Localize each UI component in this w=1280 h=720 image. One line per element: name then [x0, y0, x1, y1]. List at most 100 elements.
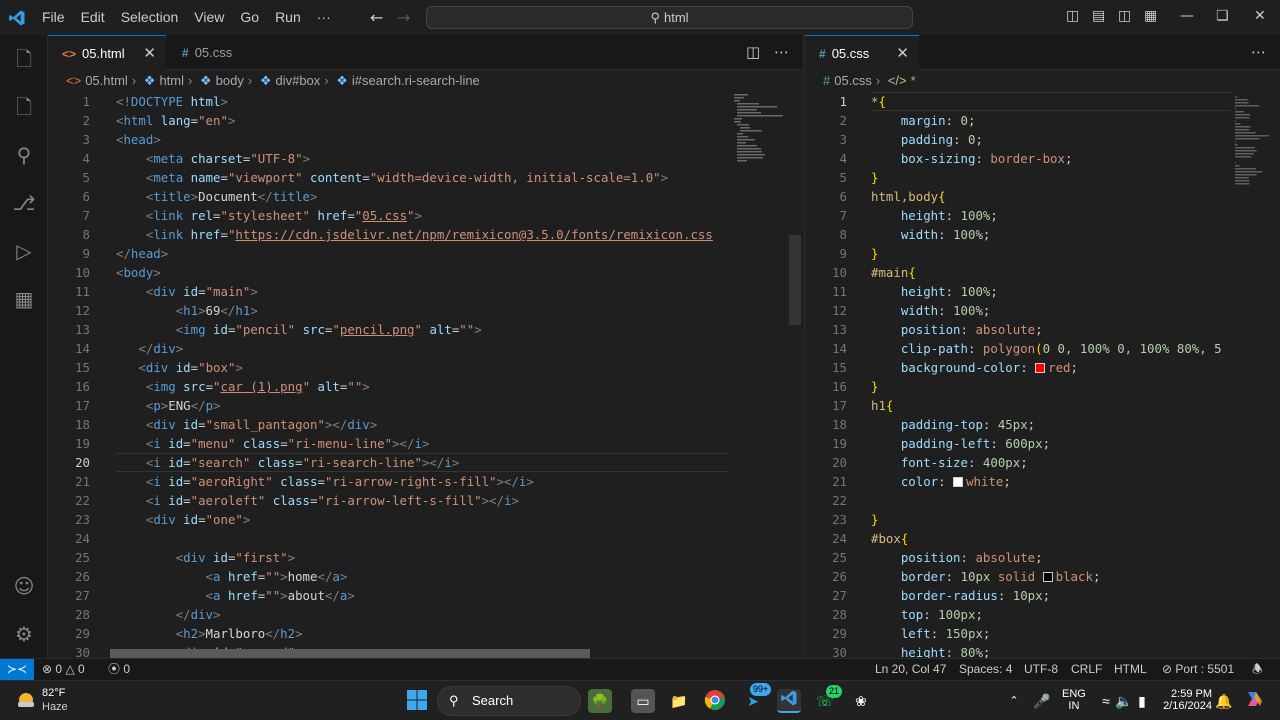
horizontal-scrollbar[interactable]	[110, 649, 590, 658]
code-line: 25 <div id="first">	[48, 548, 802, 567]
toggle-panel-icon[interactable]: ▤	[1092, 8, 1105, 24]
explorer-copy-icon[interactable]: 🗋	[12, 95, 36, 119]
task-view-icon[interactable]: ▭	[631, 689, 655, 713]
notifications-bell-icon[interactable]: 🕭	[1252, 659, 1263, 680]
line-number: 6	[839, 189, 847, 204]
language-mode[interactable]: HTML	[1114, 659, 1147, 680]
code-line: 20 font-size: 400px;	[805, 453, 1280, 472]
show-hidden-icons-chevron-up-icon[interactable]: ⌃	[1002, 689, 1026, 713]
split-editor-icon[interactable]: ◫	[746, 35, 760, 70]
tab-05-css-right[interactable]: #05.css ✕	[805, 35, 919, 70]
menu-more[interactable]: ···	[309, 0, 339, 35]
menu-file[interactable]: File	[34, 0, 73, 35]
microphone-icon[interactable]: 🎤	[1030, 689, 1054, 713]
line-text: </head>	[116, 246, 169, 261]
breadcrumb-item[interactable]: body	[216, 73, 244, 88]
search-sidebar-icon[interactable]: ⚲	[12, 143, 36, 167]
account-icon[interactable]: ☺	[12, 574, 36, 598]
taskbar-search[interactable]: ⚲ Search	[437, 686, 581, 716]
back-arrow-icon[interactable]: ←	[370, 8, 383, 27]
close-window-icon[interactable]: ✕	[1254, 8, 1266, 24]
breadcrumb: <> 05.html › ❖ html › ❖ body › ❖ div#box › ❖ i#se…	[48, 70, 802, 92]
menu-run[interactable]: Run	[267, 0, 309, 35]
cursor-position[interactable]: Ln 20, Col 47	[875, 659, 946, 680]
element-icon: ❖	[259, 73, 272, 88]
tab-05-html[interactable]: <> 05.html ✕	[48, 35, 166, 70]
close-tab-icon[interactable]: ✕	[896, 36, 909, 71]
code-line: 27 <a href="">about</a>	[48, 586, 802, 605]
line-text: height: 100%;	[900, 284, 998, 299]
line-text: padding-top: 45px;	[900, 417, 1036, 432]
menu-go[interactable]: Go	[232, 0, 267, 35]
chrome-icon[interactable]	[703, 689, 727, 713]
line-text: box-sizing: border-box;	[900, 151, 1073, 166]
menu-view[interactable]: View	[186, 0, 232, 35]
breadcrumb-item[interactable]: 05.css	[834, 73, 872, 88]
chatgpt-icon[interactable]: ❀	[849, 689, 873, 713]
color-swatch[interactable]	[953, 477, 964, 487]
code-editor-css[interactable]: 1 *{2 margin: 0; 3 padding: 0; 4 box-sizing…	[805, 92, 1280, 658]
line-number: 10	[832, 265, 847, 280]
live-server-port[interactable]: ⊘ Port : 5501	[1162, 659, 1234, 680]
color-swatch[interactable]	[1035, 363, 1046, 373]
run-debug-icon[interactable]: ▷	[12, 239, 36, 263]
maximize-icon[interactable]: ❏	[1216, 8, 1229, 24]
end-of-line[interactable]: CRLF	[1071, 659, 1102, 680]
indentation[interactable]: Spaces: 4	[959, 659, 1012, 680]
line-text: *{	[871, 94, 886, 109]
code-line: 8 <link href="https://cdn.jsdelivr.net/n…	[48, 225, 802, 244]
line-number: 23	[75, 512, 90, 527]
extensions-icon[interactable]: ▦	[12, 287, 36, 311]
encoding[interactable]: UTF-8	[1024, 659, 1058, 680]
breadcrumb-item[interactable]: *	[911, 73, 916, 88]
breadcrumb-item[interactable]: 05.html	[85, 73, 128, 88]
line-number: 20	[832, 455, 847, 470]
minimap[interactable]	[1231, 92, 1280, 658]
line-text: <meta charset="UTF-8">	[145, 151, 310, 166]
menu-selection[interactable]: Selection	[113, 0, 187, 35]
breadcrumb-item[interactable]: i#search.ri-search-line	[352, 73, 480, 88]
tab-05-css[interactable]: #05.css	[168, 35, 268, 70]
forward-arrow-icon[interactable]: →	[397, 8, 410, 27]
more-actions-icon[interactable]: ⋯	[1251, 35, 1266, 70]
more-actions-icon[interactable]: ⋯	[774, 35, 789, 70]
line-text: border-radius: 10px;	[900, 588, 1051, 603]
vertical-scrollbar[interactable]	[789, 235, 801, 325]
notification-bell-icon[interactable]: 🔔	[1212, 689, 1236, 713]
breadcrumb-item[interactable]: html	[159, 73, 184, 88]
toggle-sidebar-icon[interactable]: ◫	[1066, 8, 1079, 24]
line-number: 21	[832, 474, 847, 489]
close-tab-icon[interactable]: ✕	[143, 36, 156, 71]
language-indicator[interactable]: ENG IN	[1062, 688, 1086, 712]
chevron-right-icon: ›	[875, 73, 881, 88]
settings-gear-icon[interactable]: ⚙	[12, 622, 36, 646]
weather-temp[interactable]: 82°F	[42, 687, 65, 699]
vscode-taskbar-icon[interactable]	[777, 689, 801, 713]
command-center[interactable]: ⚲ html	[426, 6, 913, 29]
line-text: <i id="menu" class="ri-menu-line"></i>	[145, 436, 430, 451]
weather-desc[interactable]: Haze	[42, 701, 68, 713]
remote-icon[interactable]: ≻≺	[0, 659, 34, 681]
minimap[interactable]	[728, 92, 788, 658]
menu-edit[interactable]: Edit	[73, 0, 113, 35]
code-line: 23 <div id="one">	[48, 510, 802, 529]
source-control-icon[interactable]: ⎇	[12, 191, 36, 215]
clock[interactable]: 2:59 PM 2/16/2024	[1162, 688, 1212, 712]
ports-indicator[interactable]: ⦿ 0	[108, 659, 130, 680]
line-text: <div id="main">	[145, 284, 258, 299]
game-app-icon[interactable]: 🌳	[588, 689, 612, 713]
problems-indicator[interactable]: ⊗ 0 △ 0	[42, 659, 85, 680]
code-editor-html[interactable]: 1 <!DOCTYPE html> 2 <html lang="en"> 3 <head>…	[48, 92, 802, 658]
explorer-icon[interactable]: 🗋	[12, 47, 36, 71]
minimize-icon[interactable]: —	[1180, 8, 1194, 24]
customize-layout-icon[interactable]: ▦	[1144, 8, 1157, 24]
toggle-secondary-sidebar-icon[interactable]: ◫	[1118, 8, 1131, 24]
line-number: 2	[82, 113, 90, 128]
line-text: <p>ENG</p>	[145, 398, 221, 413]
copilot-icon[interactable]	[1242, 689, 1266, 713]
color-swatch[interactable]	[1042, 572, 1053, 582]
battery-icon[interactable]: ▮	[1130, 689, 1154, 713]
windows-start-icon[interactable]	[405, 689, 429, 713]
file-explorer-icon[interactable]: 📁	[667, 689, 691, 713]
breadcrumb-item[interactable]: div#box	[275, 73, 320, 88]
